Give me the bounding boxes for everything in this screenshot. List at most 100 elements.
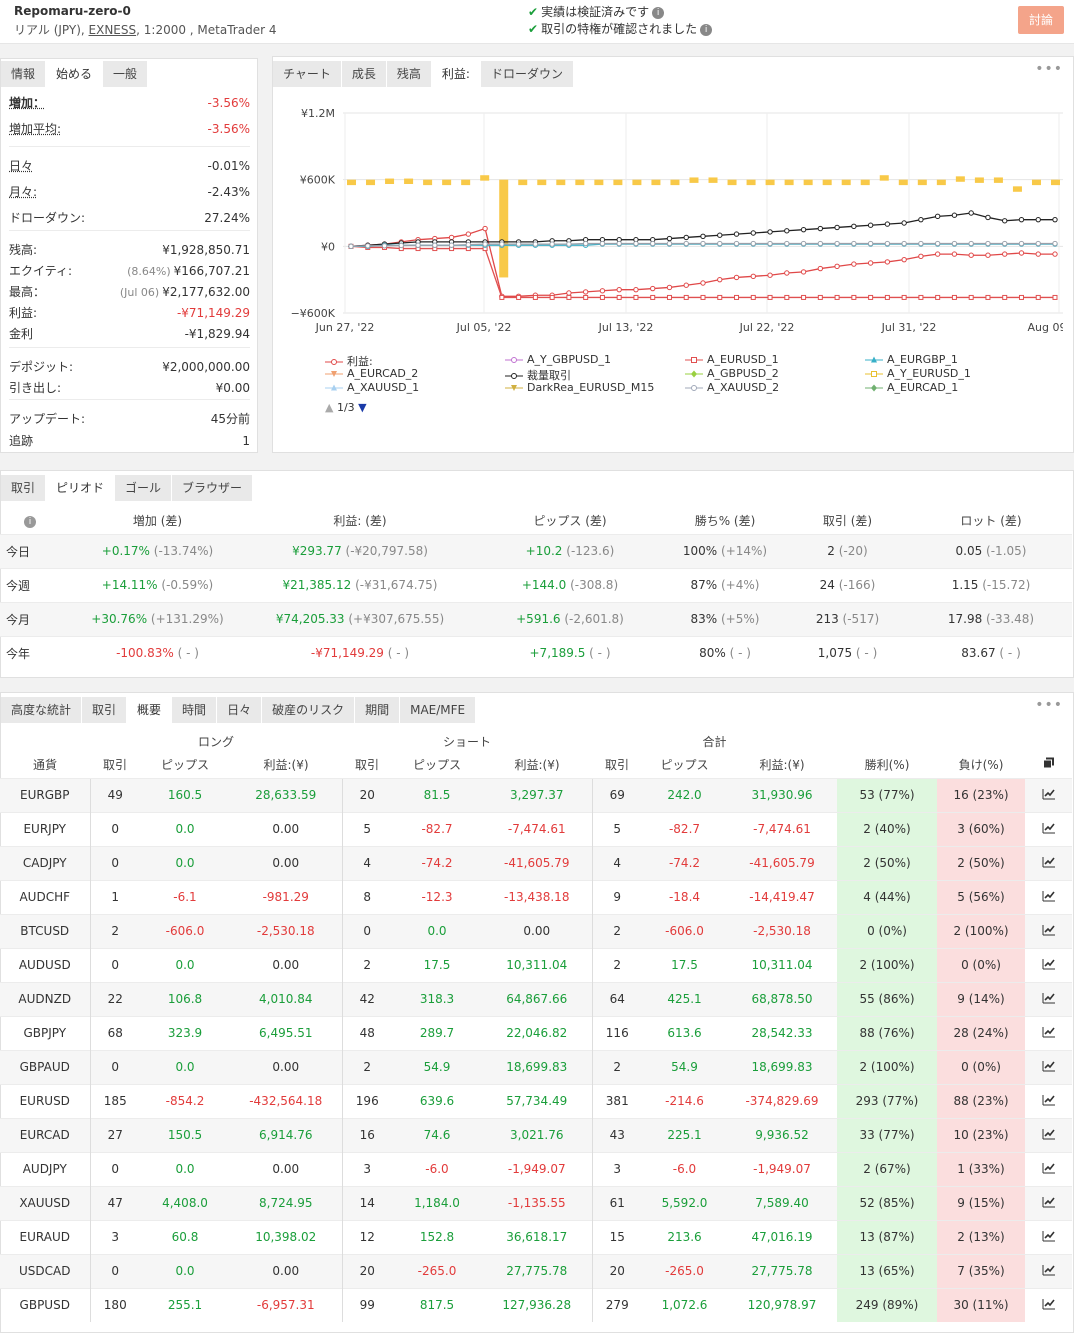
legend-item[interactable]: A_EURUSD_1 [685, 353, 779, 366]
tab-chart-1[interactable]: 成長 [341, 61, 387, 87]
period-col-header: 勝ち% (差) [694, 514, 756, 529]
tab-period-0[interactable]: 取引 [1, 475, 47, 501]
series-point [499, 241, 505, 247]
chart-trend-icon[interactable] [1025, 1049, 1072, 1084]
legend-item[interactable]: A_XAUUSD_1 [325, 381, 419, 394]
stat-number: ¥2,000,000.00 [162, 360, 250, 374]
chart-trend-icon[interactable] [1025, 1287, 1072, 1322]
tab-stats-2[interactable]: 概要 [127, 697, 173, 723]
chart-trend-icon[interactable] [1025, 1151, 1072, 1186]
tab-period-1[interactable]: ピリオド [46, 475, 116, 501]
stat-note: (Jul 06) [119, 286, 160, 299]
tab-stats-4[interactable]: 日々 [217, 697, 263, 723]
tab-stats-3[interactable]: 時間 [172, 697, 218, 723]
more-options-icon[interactable]: ••• [1035, 61, 1063, 77]
series-point [867, 240, 874, 247]
profit-bar [879, 175, 889, 181]
stat-row: アップデート: 45分前 [9, 409, 250, 429]
tab-left-0[interactable]: 情報 [1, 61, 47, 87]
table-cell: 57,734.49 [482, 1083, 592, 1118]
more-options-icon[interactable]: ••• [1035, 697, 1063, 713]
chart-trend-icon[interactable] [1025, 1015, 1072, 1050]
chart-trend-icon[interactable] [1025, 1219, 1072, 1254]
series-point [901, 294, 907, 300]
legend-item[interactable]: DarkRea_EURUSD_M15 [505, 381, 654, 394]
chart-trend-icon[interactable] [1025, 1117, 1072, 1152]
table-cell: 185 [89, 1083, 140, 1118]
tab-period-3[interactable]: ブラウザー [172, 475, 254, 501]
chart-trend-icon[interactable] [1025, 1083, 1072, 1118]
table-cell: 289.7 [392, 1015, 482, 1050]
period-col-header: ロット (差) [960, 514, 1022, 529]
info-icon[interactable]: i [24, 516, 36, 529]
stat-value: ¥0.00 [216, 378, 250, 398]
info-icon[interactable]: i [652, 6, 665, 19]
period-row: 今週 +14.11% (-0.59%) ¥21,385.12 (-¥31,674.7… [0, 567, 1072, 602]
broker-link[interactable]: EXNESS [89, 23, 137, 37]
stat-label: 残高: [9, 243, 38, 257]
tab-chart-4[interactable]: ドローダウン [480, 61, 574, 87]
col-header: 勝利(%) [864, 758, 910, 773]
series-point [918, 240, 924, 247]
table-row: AUDNZD 22 106.8 4,010.84 42 318.3 64,867.66 64 4… [0, 981, 1072, 1016]
table-cell: 3 [591, 1151, 642, 1186]
legend-item[interactable]: A_XAUUSD_2 [685, 381, 779, 394]
advanced-stats-tabs: 高度な統計 取引 概要 時間 日々 破産のリスク 期間 MAE/MFE [1, 697, 477, 723]
chart-trend-icon[interactable] [1025, 811, 1072, 846]
info-icon[interactable]: i [700, 23, 713, 36]
series-point [465, 231, 472, 237]
legend-item[interactable]: A_GBPUSD_2 [685, 367, 779, 380]
stat-number: -¥71,149.29 [176, 306, 250, 320]
chart-trend-icon[interactable] [1025, 1185, 1072, 1220]
series-point [884, 221, 891, 227]
chart-trend-icon[interactable] [1025, 1253, 1072, 1288]
legend-item[interactable]: A_EURCAD_2 [325, 367, 418, 380]
tab-stats-1[interactable]: 取引 [82, 697, 128, 723]
chart-trend-icon[interactable] [1025, 981, 1072, 1016]
table-cell: 5 [341, 811, 392, 846]
profit-chart: ¥1.2M ¥600K ¥0 −¥600KJun 27, '22 Jul 05, '22… [291, 107, 1063, 334]
period-diff: (+131.29%) [147, 612, 224, 626]
copy-icon[interactable] [1025, 752, 1072, 778]
chart-trend-icon[interactable] [1025, 879, 1072, 914]
tab-period-2[interactable]: ゴール [115, 475, 173, 501]
legend-item[interactable]: A_Y_GBPUSD_1 [505, 353, 611, 366]
profit-bar [860, 179, 870, 186]
symbol-cell: USDCAD [0, 1253, 90, 1288]
tab-chart-3[interactable]: 利益: [431, 61, 481, 87]
chart-trend-icon[interactable] [1025, 947, 1072, 982]
table-cell: 54.9 [642, 1049, 727, 1084]
chart-trend-icon[interactable] [1025, 913, 1072, 948]
legend-item[interactable]: A_Y_EURUSD_1 [865, 367, 971, 380]
legend-prev-icon[interactable]: ▲ [325, 401, 333, 414]
tab-stats-7[interactable]: MAE/MFE [400, 697, 477, 723]
legend-next-icon[interactable]: ▼ [358, 401, 366, 414]
legend-item[interactable]: A_EURCAD_1 [865, 381, 958, 394]
legend-marker-icon [505, 385, 523, 391]
tab-chart-0[interactable]: チャート [273, 61, 342, 87]
series-point [532, 241, 539, 247]
legend-marker-icon [865, 356, 883, 363]
tab-left-2[interactable]: 一般 [103, 61, 149, 87]
legend-item[interactable]: A_EURGBP_1 [865, 353, 958, 366]
group-header [837, 730, 1072, 752]
table-cell: 69 [591, 777, 642, 812]
tab-stats-0[interactable]: 高度な統計 [1, 697, 83, 723]
tab-stats-5[interactable]: 破産のリスク [262, 697, 356, 723]
chart-trend-icon[interactable] [1025, 777, 1072, 812]
tab-stats-6[interactable]: 期間 [355, 697, 401, 723]
chart-trend-icon[interactable] [1025, 845, 1072, 880]
series-point [599, 294, 605, 300]
series-point [633, 294, 639, 300]
table-cell: 99 [341, 1287, 392, 1322]
col-header: 負け(%) [958, 758, 1004, 773]
stat-number: 1 [242, 434, 250, 448]
tab-left-1[interactable]: 始める [46, 61, 104, 87]
table-cell: -374,829.69 [727, 1083, 837, 1118]
table-cell: 88 (76%) [837, 1015, 937, 1050]
series-point [683, 282, 689, 288]
tab-chart-2[interactable]: 残高 [386, 61, 432, 87]
table-cell: 18,699.83 [482, 1049, 592, 1084]
period-diff: ( - ) [852, 646, 878, 661]
discuss-button[interactable]: 討論 [1018, 6, 1064, 34]
